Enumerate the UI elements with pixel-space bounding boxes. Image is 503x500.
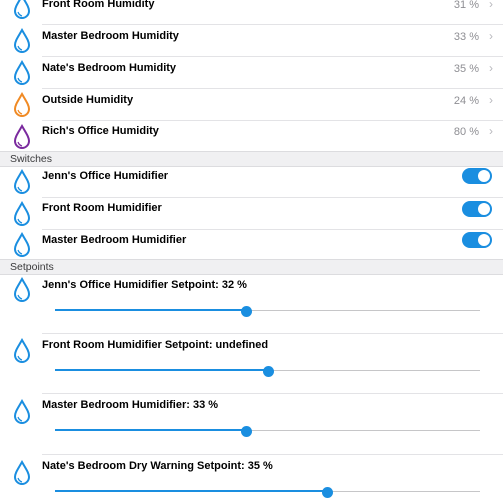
toggle-switch[interactable]	[462, 201, 492, 217]
setpoint-row-nates-bedroom: Nate's Bedroom Dry Warning Setpoint: 35 …	[0, 455, 503, 500]
toggle-knob	[478, 203, 490, 215]
sensor-row-richs-office[interactable]: Rich's Office Humidity 80 % ›	[0, 121, 503, 151]
sensor-value: 31 %	[453, 0, 479, 11]
sensor-label: Front Room Humidity	[42, 0, 155, 10]
slider-thumb[interactable]	[241, 426, 252, 437]
sensor-label: Master Bedroom Humidity	[42, 30, 179, 42]
slider-thumb[interactable]	[241, 306, 252, 317]
water-drop-icon	[12, 124, 32, 150]
switch-label: Jenn's Office Humidifier	[42, 170, 169, 182]
chevron-right-icon: ›	[489, 61, 493, 75]
sensor-value: 24 %	[453, 95, 479, 107]
section-header-switches: Switches	[0, 151, 503, 167]
sensor-row-nates-bedroom[interactable]: Nate's Bedroom Humidity 35 % ›	[0, 57, 503, 88]
sensor-row-front-room[interactable]: Front Room Humidity 31 % ›	[0, 0, 503, 24]
chevron-right-icon: ›	[489, 93, 493, 107]
slider-fill	[55, 369, 268, 371]
setpoint-row-front-room: Front Room Humidifier Setpoint: undefine…	[0, 334, 503, 393]
setpoint-label: Nate's Bedroom Dry Warning Setpoint: 35 …	[42, 460, 273, 472]
sensor-label: Outside Humidity	[42, 94, 134, 106]
water-drop-icon	[12, 28, 32, 54]
setpoint-label: Master Bedroom Humidifier: 33 %	[42, 399, 219, 411]
setpoint-slider[interactable]	[55, 426, 480, 437]
water-drop-icon	[12, 338, 32, 364]
section-header-setpoints: Setpoints	[0, 259, 503, 275]
slider-thumb[interactable]	[263, 366, 274, 377]
toggle-switch[interactable]	[462, 232, 492, 248]
sensor-value: 80 %	[453, 126, 479, 138]
setpoint-slider[interactable]	[55, 366, 480, 377]
chevron-right-icon: ›	[489, 29, 493, 43]
toggle-knob	[478, 170, 490, 182]
slider-thumb[interactable]	[322, 487, 333, 498]
water-drop-icon	[12, 201, 32, 227]
switch-label: Master Bedroom Humidifier	[42, 234, 187, 246]
setpoint-slider[interactable]	[55, 306, 480, 317]
sensor-label: Rich's Office Humidity	[42, 125, 159, 137]
water-drop-icon	[12, 460, 32, 486]
water-drop-icon	[12, 0, 32, 20]
sensor-value: 35 %	[453, 63, 479, 75]
switch-label: Front Room Humidifier	[42, 202, 162, 214]
water-drop-icon	[12, 169, 32, 195]
slider-fill	[55, 490, 327, 492]
switch-row-front-room: Front Room Humidifier	[0, 198, 503, 229]
chevron-right-icon: ›	[489, 0, 493, 11]
setpoint-row-master-bedroom: Master Bedroom Humidifier: 33 %	[0, 394, 503, 454]
toggle-knob	[478, 234, 490, 246]
slider-fill	[55, 429, 246, 431]
setpoint-slider[interactable]	[55, 487, 480, 498]
sensor-value: 33 %	[453, 31, 479, 43]
water-drop-icon	[12, 232, 32, 258]
setpoint-label: Front Room Humidifier Setpoint: undefine…	[42, 339, 269, 351]
water-drop-icon	[12, 399, 32, 425]
chevron-right-icon: ›	[489, 124, 493, 138]
water-drop-icon	[12, 277, 32, 303]
water-drop-icon	[12, 60, 32, 86]
slider-fill	[55, 309, 246, 311]
sensor-label: Nate's Bedroom Humidity	[42, 62, 177, 74]
sensor-row-master-bedroom[interactable]: Master Bedroom Humidity 33 % ›	[0, 25, 503, 56]
setpoint-label: Jenn's Office Humidifier Setpoint: 32 %	[42, 279, 247, 291]
setpoint-row-jenns-office: Jenn's Office Humidifier Setpoint: 32 %	[0, 275, 503, 333]
sensor-row-outside[interactable]: Outside Humidity 24 % ›	[0, 89, 503, 120]
switch-row-jenns-office: Jenn's Office Humidifier	[0, 167, 503, 197]
toggle-switch[interactable]	[462, 168, 492, 184]
switch-row-master-bedroom: Master Bedroom Humidifier	[0, 230, 503, 259]
water-drop-icon	[12, 92, 32, 118]
